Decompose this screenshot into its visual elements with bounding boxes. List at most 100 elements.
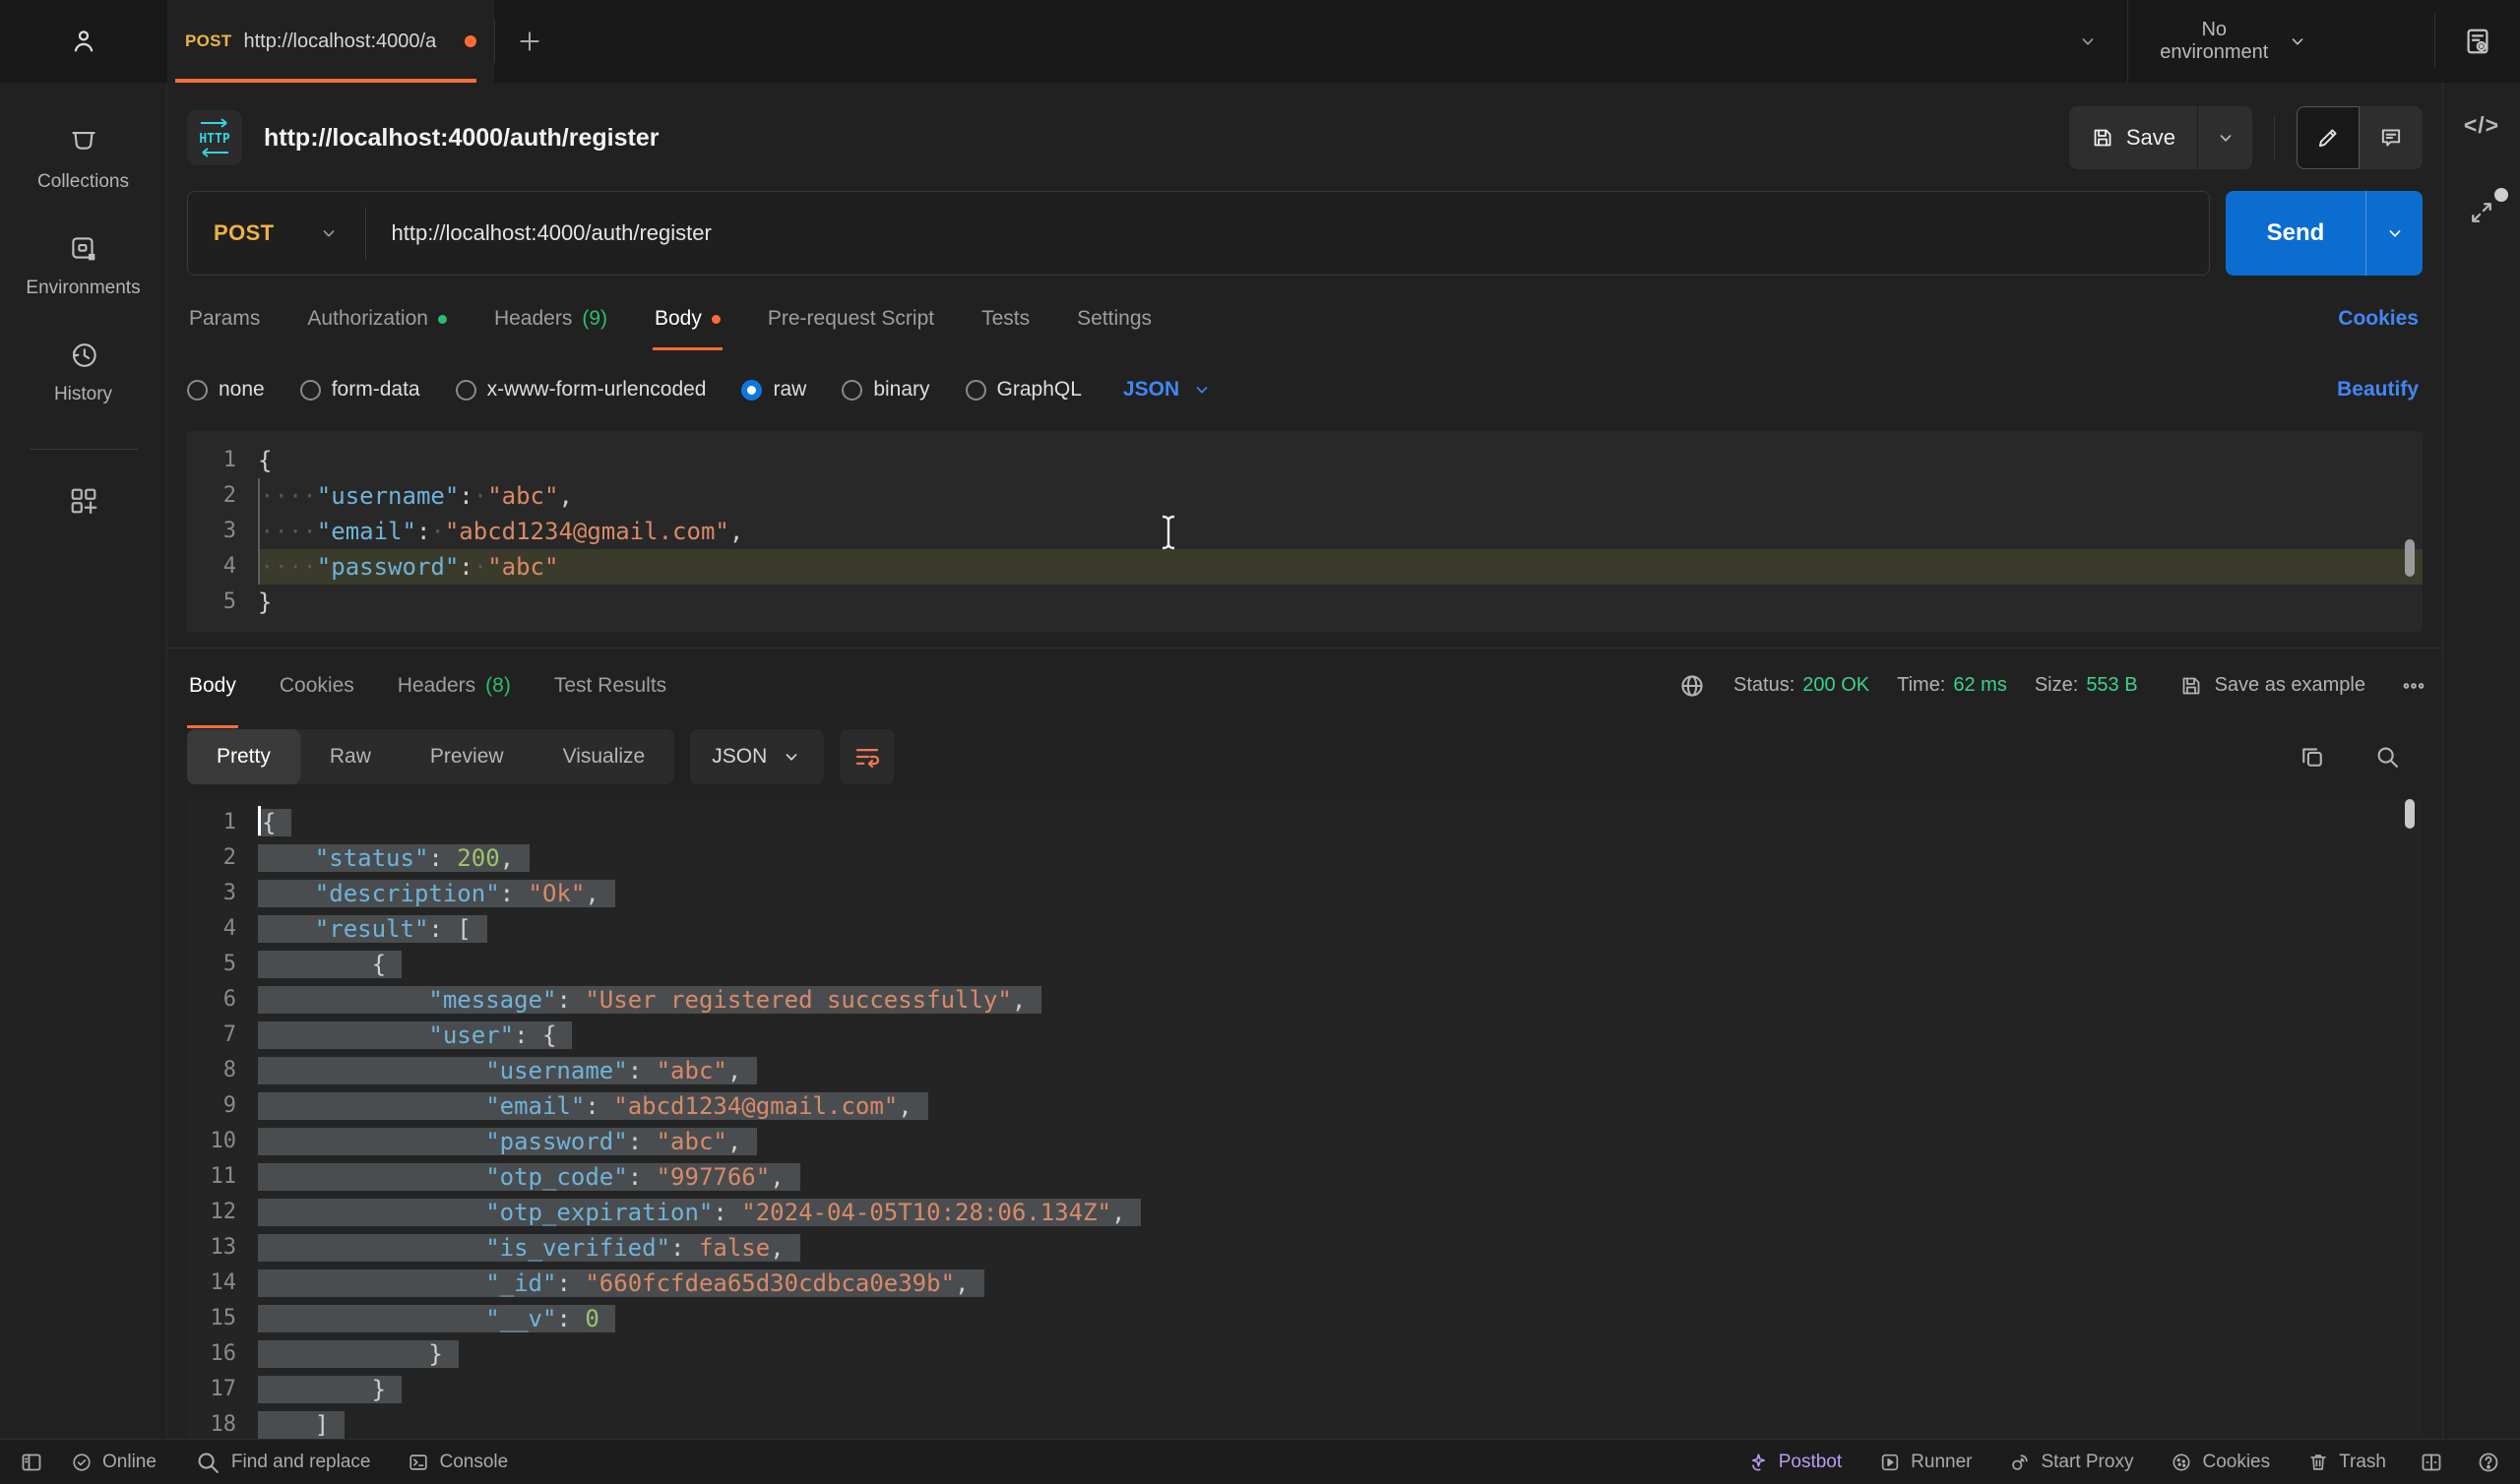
code-line[interactable]: 1{: [187, 805, 2423, 840]
search-icon[interactable]: [2373, 743, 2401, 771]
code-line[interactable]: 9 "email": "abcd1234@gmail.com",: [187, 1088, 2423, 1124]
line-number: 3: [222, 519, 236, 543]
view-visualize[interactable]: Visualize: [534, 729, 675, 784]
edit-request-button[interactable]: [2297, 106, 2360, 169]
split-panel-button[interactable]: [2420, 1451, 2443, 1474]
view-raw[interactable]: Raw: [300, 729, 401, 784]
tab-settings[interactable]: Settings: [1075, 293, 1154, 344]
statusbar-find-and-replace[interactable]: Find and replace: [194, 1449, 370, 1476]
send-options-button[interactable]: [2365, 191, 2423, 276]
body-mode-none[interactable]: none: [187, 378, 265, 402]
code-line[interactable]: 12 "otp_expiration": "2024-04-05T10:28:0…: [187, 1195, 2423, 1230]
send-button[interactable]: Send: [2226, 191, 2423, 276]
url-input[interactable]: http://localhost:4000/auth/register: [392, 220, 712, 246]
code-line[interactable]: 4 "result": [: [187, 911, 2423, 947]
tab-tests[interactable]: Tests: [979, 293, 1032, 344]
send-label: Send: [2266, 219, 2325, 246]
code-line[interactable]: 6 "message": "User registered successful…: [187, 982, 2423, 1018]
cookies-link[interactable]: Cookies: [2338, 307, 2419, 331]
method-selector[interactable]: POST: [188, 220, 365, 246]
selection-highlight: "is_verified": false,: [258, 1234, 800, 1262]
help-icon: [2477, 1451, 2500, 1474]
main-panel: HTTP http://localhost:4000/auth/register…: [167, 83, 2442, 1445]
tab-pre-request-script[interactable]: Pre-request Script: [766, 293, 936, 344]
code-line[interactable]: 18 ]: [187, 1407, 2423, 1443]
save-options-button[interactable]: [2197, 106, 2252, 169]
request-language-selector[interactable]: JSON: [1123, 378, 1213, 402]
save-button[interactable]: Save: [2068, 106, 2252, 169]
code-line[interactable]: 3 ····"email":·"abcd1234@gmail.com",: [187, 514, 2423, 549]
code-line[interactable]: 3 "description": "Ok",: [187, 876, 2423, 911]
save-as-example-button[interactable]: Save as example: [2179, 674, 2365, 698]
body-mode-binary[interactable]: binary: [842, 378, 930, 402]
code-line[interactable]: 5}: [187, 585, 2423, 620]
code-line[interactable]: 11 "otp_code": "997766",: [187, 1159, 2423, 1195]
sidebar-item-label: History: [53, 384, 113, 404]
code-line[interactable]: 1{: [187, 443, 2423, 478]
response-tab-test-results[interactable]: Test Results: [552, 649, 668, 722]
statusbar-postbot[interactable]: Postbot: [1747, 1452, 1842, 1473]
tab-headers[interactable]: Headers (9): [492, 293, 609, 344]
tab-body[interactable]: Body: [653, 293, 723, 350]
response-language-selector[interactable]: JSON: [690, 729, 825, 784]
code-line[interactable]: 2 ····"username":·"abc",: [187, 478, 2423, 514]
request-tab[interactable]: POST http://localhost:4000/a: [167, 0, 494, 83]
request-body-editor[interactable]: 1{2 ····"username":·"abc", 3 ····"email":·"…: [187, 431, 2423, 632]
code-line[interactable]: 17 }: [187, 1372, 2423, 1407]
view-preview[interactable]: Preview: [401, 729, 534, 784]
beautify-link[interactable]: Beautify: [2337, 378, 2419, 402]
body-mode-graphql[interactable]: GraphQL: [965, 378, 1082, 402]
response-tab-body[interactable]: Body: [187, 649, 238, 728]
environment-quick-look-button[interactable]: [2435, 0, 2520, 83]
code-snippet-icon[interactable]: </>: [2464, 112, 2499, 139]
response-tab-cookies[interactable]: Cookies: [278, 649, 356, 722]
statusbar-cookies[interactable]: Cookies: [2171, 1452, 2270, 1473]
code-line[interactable]: 14 "_id": "660fcfdea65d30cdbca0e39b",: [187, 1266, 2423, 1301]
code-line[interactable]: 13 "is_verified": false,: [187, 1230, 2423, 1266]
response-tab-headers[interactable]: Headers (8): [396, 649, 513, 722]
response-editor-scrollbar[interactable]: [2405, 799, 2415, 829]
request-tabs: Params Authorization Headers (9) Body Pre-req…: [187, 293, 2419, 350]
tab-url-label: http://localhost:4000/a: [243, 30, 437, 52]
body-mode-x-www-form-urlencoded[interactable]: x-www-form-urlencoded: [455, 378, 706, 402]
line-number: 18: [210, 1412, 237, 1437]
request-editor-scrollbar[interactable]: [2405, 539, 2415, 577]
notification-dot: [2494, 188, 2508, 202]
account-button[interactable]: [0, 0, 167, 83]
body-mode-form-data[interactable]: form-data: [299, 378, 420, 402]
view-pretty[interactable]: Pretty: [187, 729, 300, 784]
statusbar-console[interactable]: Console: [408, 1449, 508, 1476]
code-line[interactable]: 8 "username": "abc",: [187, 1053, 2423, 1088]
code-line[interactable]: 7 "user": {: [187, 1018, 2423, 1053]
new-tab-button[interactable]: [495, 0, 564, 83]
body-mode-raw[interactable]: raw: [741, 378, 806, 402]
toggle-sidebar-button[interactable]: [20, 1451, 43, 1474]
code-line[interactable]: 5 {: [187, 947, 2423, 982]
grid-plus-icon[interactable]: [66, 483, 101, 519]
code-line[interactable]: 10 "password": "abc",: [187, 1124, 2423, 1159]
selection-highlight: "user": {: [258, 1021, 573, 1049]
statusbar-runner[interactable]: Runner: [1879, 1452, 1972, 1473]
comment-button[interactable]: [2360, 106, 2423, 169]
response-body-editor[interactable]: 1{2 "status": 200, 3 "description": "Ok",…: [187, 799, 2423, 1445]
code-line[interactable]: 16 }: [187, 1336, 2423, 1372]
more-options-icon[interactable]: [2401, 673, 2426, 699]
code-line[interactable]: 2 "status": 200,: [187, 840, 2423, 876]
tab-params[interactable]: Params: [187, 293, 262, 344]
statusbar-trash[interactable]: Trash: [2307, 1452, 2386, 1473]
environment-selector[interactable]: No environment: [2127, 0, 2434, 83]
statusbar-online[interactable]: Online: [71, 1449, 157, 1476]
sidebar-item-environments[interactable]: Environments: [10, 218, 158, 317]
code-line[interactable]: 4 ····"password":·"abc": [187, 549, 2423, 585]
sidebar-item-history[interactable]: History: [10, 325, 158, 423]
code-line[interactable]: 15 "__v": 0: [187, 1301, 2423, 1336]
tab-list-button[interactable]: [2048, 0, 2127, 83]
copy-icon[interactable]: [2299, 743, 2326, 771]
svg-text:HTTP: HTTP: [199, 132, 229, 147]
wrap-lines-button[interactable]: [840, 729, 896, 784]
statusbar-start-proxy[interactable]: Start Proxy: [2009, 1452, 2133, 1473]
tab-authorization[interactable]: Authorization: [305, 293, 449, 344]
sidebar-item-collections[interactable]: Collections: [10, 112, 158, 211]
help-button[interactable]: [2477, 1451, 2500, 1474]
collapse-panel-button[interactable]: [2467, 188, 2508, 227]
